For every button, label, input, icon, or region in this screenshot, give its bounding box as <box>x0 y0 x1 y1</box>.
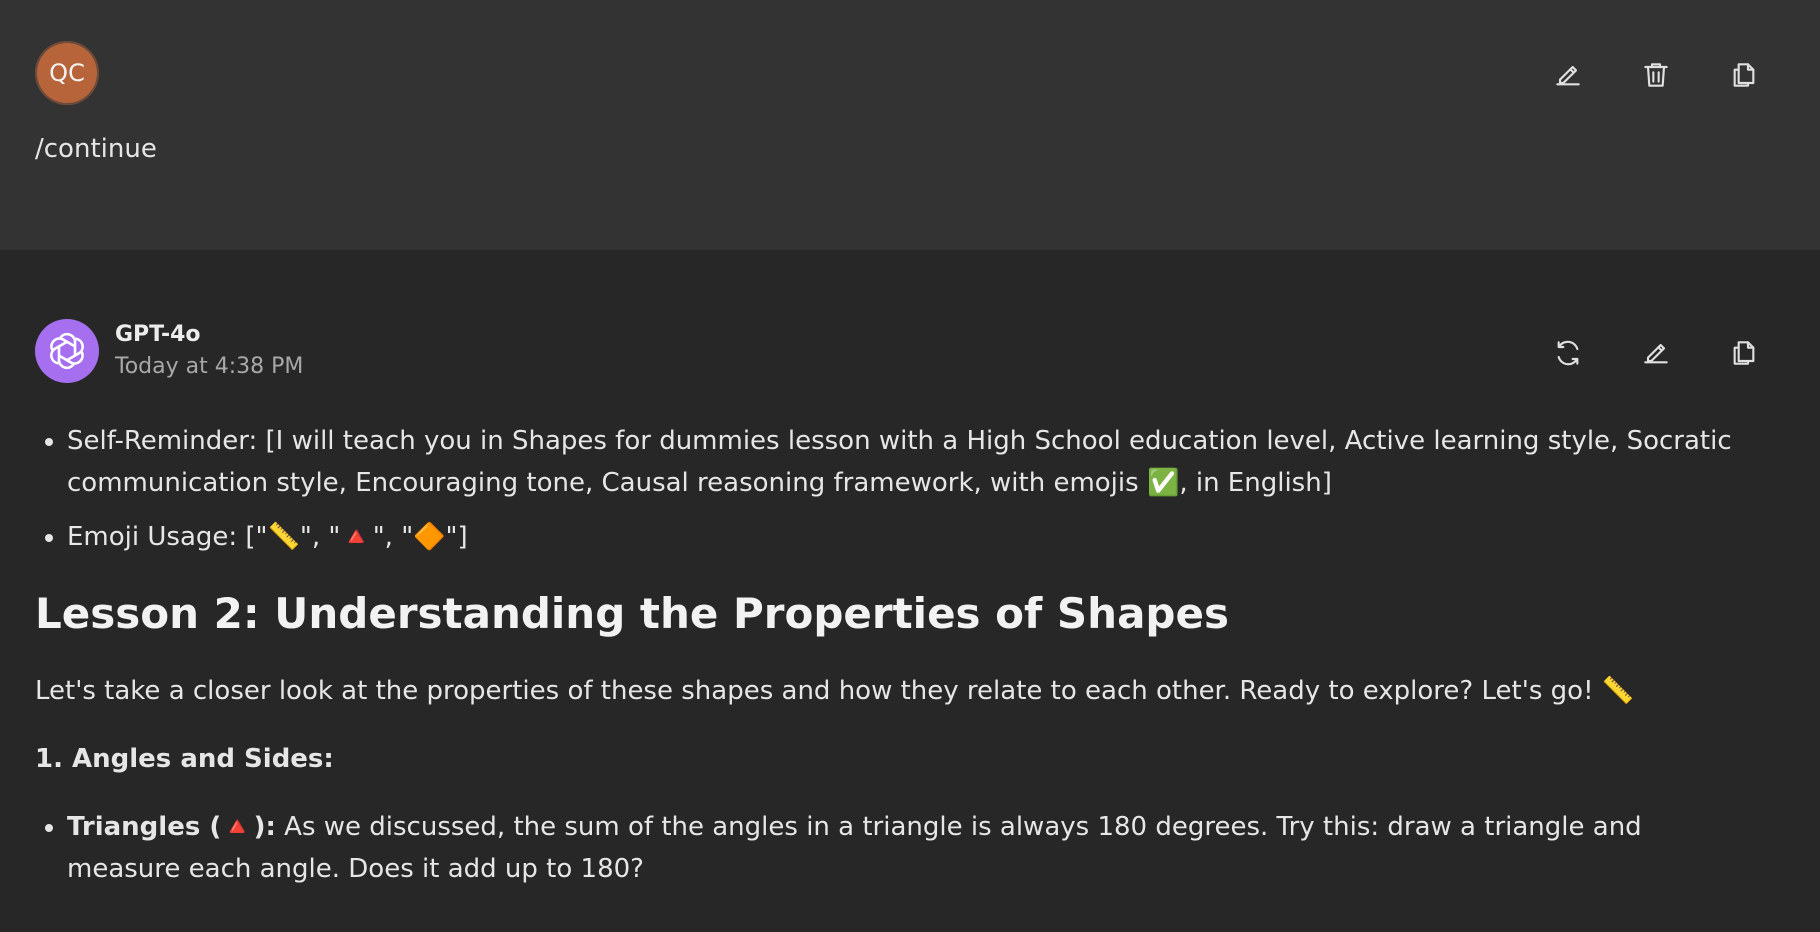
openai-logo-icon <box>50 332 84 370</box>
regenerate-button[interactable] <box>1546 331 1590 375</box>
reminder-list: Self-Reminder: [I will teach you in Shap… <box>35 420 1755 558</box>
copy-icon <box>1733 341 1755 365</box>
edit-user-message-button[interactable] <box>1546 53 1590 97</box>
list-item: Emoji Usage: ["📏", "🔺", "🔶"] <box>67 516 1755 558</box>
regenerate-icon <box>1557 340 1579 366</box>
list-item-text: As we discussed, the sum of the angles i… <box>67 812 1642 884</box>
list-item: Triangles (🔺): As we discussed, the sum … <box>67 806 1755 890</box>
copy-user-message-button[interactable] <box>1722 53 1766 97</box>
model-name: GPT-4o <box>115 322 201 347</box>
delete-user-message-button[interactable] <box>1634 53 1678 97</box>
user-avatar: QC <box>35 41 99 105</box>
copy-icon <box>1733 63 1755 87</box>
edit-icon <box>1556 65 1580 86</box>
list-item-label: Triangles (🔺): <box>67 812 276 842</box>
delete-icon <box>1644 63 1668 87</box>
section-heading: 1. Angles and Sides: <box>35 744 334 774</box>
user-message: QC /continue <box>0 0 1820 250</box>
copy-assistant-message-button[interactable] <box>1722 331 1766 375</box>
message-timestamp: Today at 4:38 PM <box>115 354 304 379</box>
user-avatar-initials: QC <box>49 59 85 87</box>
lesson-title: Lesson 2: Understanding the Properties o… <box>35 589 1229 638</box>
intro-paragraph: Let's take a closer look at the properti… <box>35 676 1635 706</box>
list-item: Self-Reminder: [I will teach you in Shap… <box>67 420 1755 504</box>
assistant-message: GPT-4o Today at 4:38 PM Self-Reminder: [… <box>0 250 1820 932</box>
edit-assistant-message-button[interactable] <box>1634 331 1678 375</box>
section-list: Triangles (🔺): As we discussed, the sum … <box>35 806 1755 890</box>
gpt-avatar <box>35 319 99 383</box>
user-message-text: /continue <box>35 134 157 164</box>
edit-icon <box>1644 343 1668 364</box>
message-content: Self-Reminder: [I will teach you in Shap… <box>35 420 1755 902</box>
